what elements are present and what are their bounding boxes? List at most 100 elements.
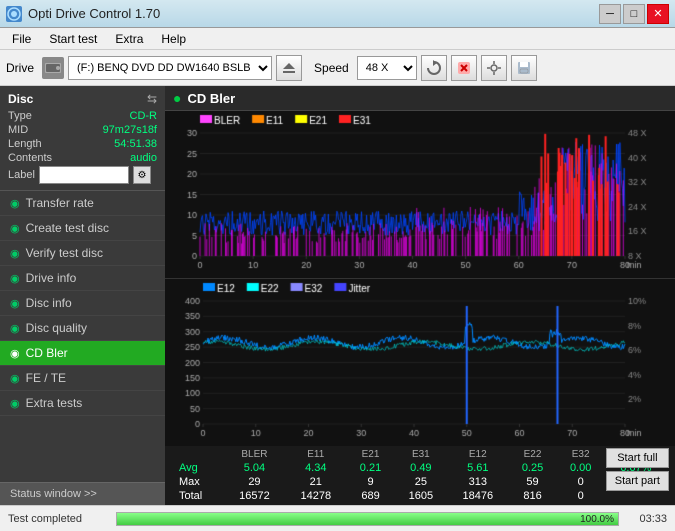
stats-avg-e11: 4.34: [285, 461, 346, 475]
start-full-button[interactable]: Start full: [606, 448, 669, 468]
disc-label-input[interactable]: [39, 166, 129, 184]
transfer-rate-icon: ◉: [10, 197, 20, 210]
disc-toggle[interactable]: ⇆: [147, 92, 157, 106]
sidebar-item-label-verify-test-disc: Verify test disc: [26, 246, 103, 260]
content-area: ● CD Bler BLER E11 E21 E31 E12: [165, 86, 675, 505]
sidebar-menu: ◉ Transfer rate ◉ Create test disc ◉ Ver…: [0, 191, 165, 482]
close-button[interactable]: ✕: [647, 4, 669, 24]
chart-title: CD Bler: [187, 91, 235, 106]
jitter-chart: [165, 279, 675, 447]
disc-header: Disc ⇆: [8, 92, 157, 106]
disc-mid-value: 97m27s18f: [103, 124, 157, 136]
save-button[interactable]: [511, 55, 537, 81]
options-button[interactable]: [481, 55, 507, 81]
disc-mid-row: MID 97m27s18f: [8, 124, 157, 136]
charts-area: [165, 111, 675, 446]
sidebar-item-create-test-disc[interactable]: ◉ Create test disc: [0, 216, 165, 241]
status-window-button[interactable]: Status window >>: [0, 482, 165, 505]
window-controls: ─ □ ✕: [599, 4, 669, 24]
stats-col-bler: BLER: [224, 448, 285, 461]
create-test-disc-icon: ◉: [10, 222, 20, 235]
app-title: Opti Drive Control 1.70: [28, 6, 160, 21]
sidebar-item-verify-test-disc[interactable]: ◉ Verify test disc: [0, 241, 165, 266]
disc-contents-row: Contents audio: [8, 152, 157, 164]
eject-button[interactable]: [276, 55, 302, 81]
menu-start-test[interactable]: Start test: [41, 30, 105, 48]
disc-label-btn[interactable]: ⚙: [133, 166, 151, 184]
title-bar: Opti Drive Control 1.70 ─ □ ✕: [0, 0, 675, 28]
bottom-bar: Test completed 100.0% 03:33: [0, 505, 675, 531]
verify-test-disc-icon: ◉: [10, 247, 20, 260]
stats-avg-e32: 0.00: [557, 461, 605, 475]
disc-contents-label: Contents: [8, 152, 52, 164]
stats-max-e21: 9: [346, 475, 394, 489]
fe-te-icon: ◉: [10, 372, 20, 385]
stats-total-label: Total: [173, 489, 224, 503]
stats-avg-bler: 5.04: [224, 461, 285, 475]
cd-bler-icon: ◉: [10, 347, 20, 360]
stats-total-e21: 689: [346, 489, 394, 503]
menu-extra[interactable]: Extra: [107, 30, 151, 48]
sidebar-item-label-create-test-disc: Create test disc: [26, 221, 109, 235]
stats-max-e12: 313: [447, 475, 508, 489]
sidebar-item-label-cd-bler: CD Bler: [26, 346, 68, 360]
stats-max-e22: 59: [508, 475, 556, 489]
stats-total-e12: 18476: [447, 489, 508, 503]
sidebar-item-disc-quality[interactable]: ◉ Disc quality: [0, 316, 165, 341]
stats-total-e32: 0: [557, 489, 605, 503]
maximize-button[interactable]: □: [623, 4, 645, 24]
sidebar-item-label-transfer-rate: Transfer rate: [26, 196, 94, 210]
sidebar-item-label-extra-tests: Extra tests: [26, 396, 83, 410]
disc-label-row: Label ⚙: [8, 166, 157, 184]
progress-bar-fill: [117, 513, 618, 525]
speed-select[interactable]: 48 X: [357, 56, 417, 80]
stats-col-e32: E32: [557, 448, 605, 461]
chart-header: ● CD Bler: [165, 86, 675, 111]
menu-file[interactable]: File: [4, 30, 39, 48]
stats-col-e21: E21: [346, 448, 394, 461]
disc-panel: Disc ⇆ Type CD-R MID 97m27s18f Length 54…: [0, 86, 165, 191]
stats-max-label: Max: [173, 475, 224, 489]
disc-label-label: Label: [8, 169, 35, 181]
disc-length-label: Length: [8, 138, 42, 150]
disc-mid-label: MID: [8, 124, 28, 136]
sidebar-item-drive-info[interactable]: ◉ Drive info: [0, 266, 165, 291]
drive-label: Drive: [6, 61, 34, 75]
sidebar-item-label-fe-te: FE / TE: [26, 371, 66, 385]
clear-button[interactable]: [451, 55, 477, 81]
stats-header-row: BLER E11 E21 E31 E12 E22 E32 Jitter: [173, 448, 667, 461]
drive-select[interactable]: (F:) BENQ DVD DD DW1640 BSLB: [68, 56, 272, 80]
disc-type-value: CD-R: [130, 110, 158, 122]
disc-title: Disc: [8, 92, 33, 106]
sidebar-item-label-disc-quality: Disc quality: [26, 321, 87, 335]
main-area: Disc ⇆ Type CD-R MID 97m27s18f Length 54…: [0, 86, 675, 505]
minimize-button[interactable]: ─: [599, 4, 621, 24]
stats-col-e22: E22: [508, 448, 556, 461]
sidebar-item-label-drive-info: Drive info: [26, 271, 77, 285]
refresh-button[interactable]: [421, 55, 447, 81]
disc-info-icon: ◉: [10, 297, 20, 310]
sidebar-item-disc-info[interactable]: ◉ Disc info: [0, 291, 165, 316]
stats-total-bler: 16572: [224, 489, 285, 503]
stats-col-label: [173, 448, 224, 461]
stats-col-e31: E31: [395, 448, 448, 461]
disc-type-label: Type: [8, 110, 32, 122]
sidebar-item-extra-tests[interactable]: ◉ Extra tests: [0, 391, 165, 416]
sidebar-item-transfer-rate[interactable]: ◉ Transfer rate: [0, 191, 165, 216]
menu-help[interactable]: Help: [153, 30, 194, 48]
stats-total-row: Total 16572 14278 689 1605 18476 816 0: [173, 489, 667, 503]
start-part-button[interactable]: Start part: [606, 471, 669, 491]
sidebar-item-cd-bler[interactable]: ◉ CD Bler: [0, 341, 165, 366]
stats-total-e11: 14278: [285, 489, 346, 503]
disc-type-row: Type CD-R: [8, 110, 157, 122]
title-bar-left: Opti Drive Control 1.70: [6, 6, 160, 22]
stats-col-e12: E12: [447, 448, 508, 461]
progress-label: 100.0%: [580, 513, 614, 526]
stats-max-row: Max 29 21 9 25 313 59 0 8.6%: [173, 475, 667, 489]
stats-area: BLER E11 E21 E31 E12 E22 E32 Jitter Avg …: [165, 446, 675, 505]
chart-header-icon: ●: [173, 90, 181, 106]
sidebar-item-fe-te[interactable]: ◉ FE / TE: [0, 366, 165, 391]
sidebar: Disc ⇆ Type CD-R MID 97m27s18f Length 54…: [0, 86, 165, 505]
disc-length-row: Length 54:51.38: [8, 138, 157, 150]
stats-avg-e31: 0.49: [395, 461, 448, 475]
